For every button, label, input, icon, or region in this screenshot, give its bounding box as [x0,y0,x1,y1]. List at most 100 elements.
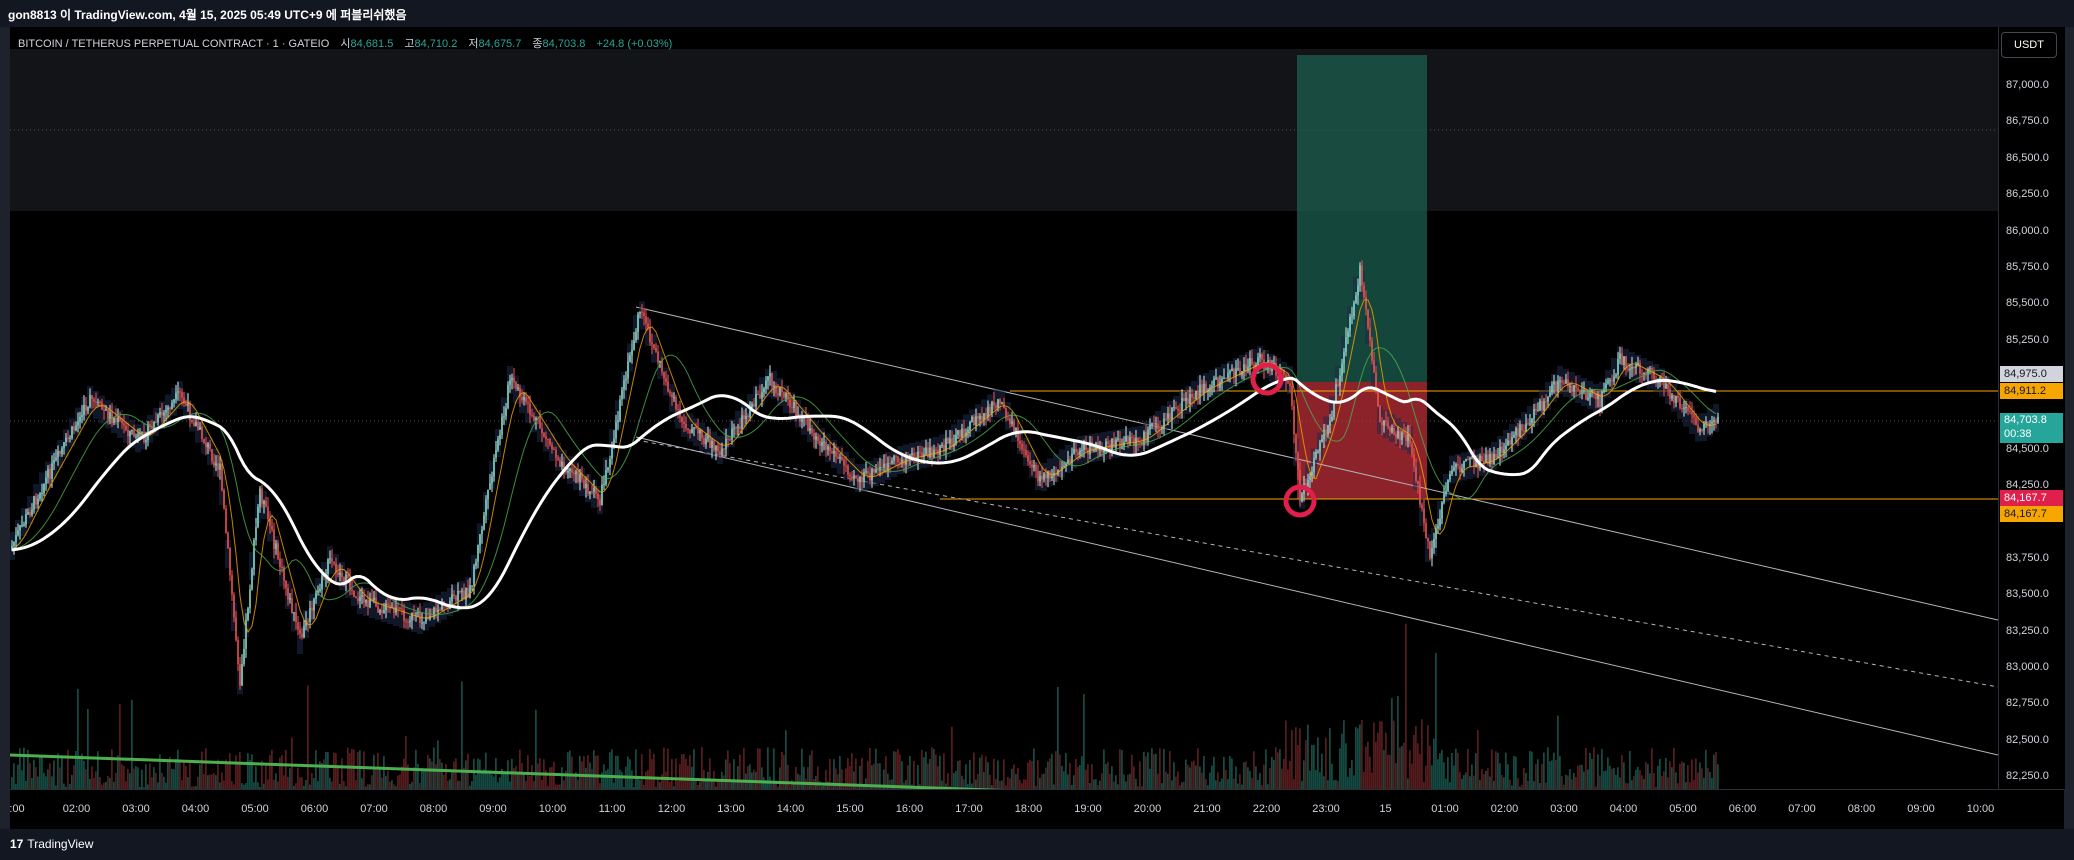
volume-bar [1415,725,1417,789]
candle-body [245,619,247,649]
volume-bar [1069,762,1071,789]
currency-button[interactable]: USDT [2001,32,2057,58]
candle-body [687,428,689,430]
candle-body [311,607,313,611]
candle-body [223,490,225,509]
candle-body [541,428,543,434]
candle-body [1025,450,1027,456]
volume-bar [987,762,989,789]
candle-body [145,440,147,442]
volume-bar [1479,779,1481,789]
volume-bar [99,776,101,789]
volume-bar [615,755,617,789]
candle-body [405,620,407,622]
volume-bar [183,761,185,789]
volume-bar [1463,775,1465,789]
candle-body [365,600,367,603]
volume-bar [1331,763,1333,789]
price-axis[interactable] [1998,27,2065,789]
candle-body [1115,439,1117,448]
volume-bar [81,753,83,789]
volume-bar [1187,764,1189,789]
chart-canvas[interactable] [10,27,1998,789]
candle-body [123,423,125,426]
volume-bar [535,709,537,789]
volume-bar [1191,761,1193,789]
tradingview-brand[interactable]: 17 TradingView [10,837,93,851]
candle-body [1533,408,1535,419]
candle-body [509,380,511,385]
volume-bar [23,747,25,789]
volume-bar [1099,780,1101,789]
volume-bar [1423,781,1425,789]
candle-body [529,403,531,415]
candle-body [1259,354,1261,358]
upper-level-tag[interactable]: 84,975.0 [2000,366,2063,382]
candle-body [1629,368,1631,371]
candle-body [989,406,991,414]
tradingview-logo-icon: 17 [10,837,24,851]
volume-bar [1163,748,1165,789]
target-zone-box[interactable] [1297,55,1427,382]
candle-body [891,460,893,464]
candle-body [1515,428,1517,436]
volume-bar [1239,773,1241,789]
volume-bar [29,762,31,789]
orange-level-tag[interactable]: 84,911.2 [2000,383,2063,399]
candle-body [471,585,473,587]
candle-body [1413,454,1415,467]
volume-bar [1533,781,1535,789]
candle-body [173,399,175,403]
volume-bar [375,767,377,789]
volume-bar [1705,749,1707,789]
volume-bar [177,749,179,789]
volume-bar [1311,744,1313,789]
candle-body [1425,522,1427,539]
lower-level-tag-orange[interactable]: 84,167.7 [2000,506,2063,522]
volume-bar [253,782,255,789]
candle-body [107,408,109,420]
candle-body [313,598,315,611]
volume-bar [429,758,431,789]
volume-bar [895,751,897,789]
price-tick: 86,500.0 [2006,152,2049,164]
candle-body [105,408,107,411]
volume-bar [17,764,19,789]
candle-body [753,404,755,407]
chart-pane[interactable] [10,27,1998,789]
volume-bar [957,761,959,789]
lower-level-tag-red[interactable]: 84,167.7 [2000,490,2063,506]
last-price-tag[interactable]: 84,703.8 00:38 [2000,413,2063,443]
volume-bar [1449,782,1451,789]
time-tick: 04:00 [181,803,210,815]
time-tick: 13:00 [717,803,745,815]
candle-body [873,468,875,473]
candle-body [1365,297,1367,310]
candle-body [1243,364,1245,372]
candle-body [483,515,485,530]
candle-body [153,421,155,430]
candle-body [187,403,189,406]
volume-bar [1601,749,1603,789]
candle-body [765,380,767,389]
volume-bar [1279,749,1281,789]
volume-bar [1581,764,1583,789]
candle-body [667,381,669,392]
volume-bar [1277,752,1279,789]
candle-body [499,434,501,440]
volume-bar [1409,750,1411,789]
price-tick: 85,500.0 [2006,297,2049,309]
volume-bar [167,759,169,789]
candle-body [533,415,535,421]
candle-body [333,561,335,564]
candle-body [963,428,965,437]
volume-bar [1363,771,1365,789]
volume-bar [439,759,441,789]
low-value: 84,675.7 [478,38,522,50]
candle-body [981,415,983,420]
volume-bar [1679,763,1681,789]
candle-body [1227,373,1229,379]
candle-body [1551,384,1553,393]
candle-body [55,457,57,460]
candle-body [1397,431,1399,438]
